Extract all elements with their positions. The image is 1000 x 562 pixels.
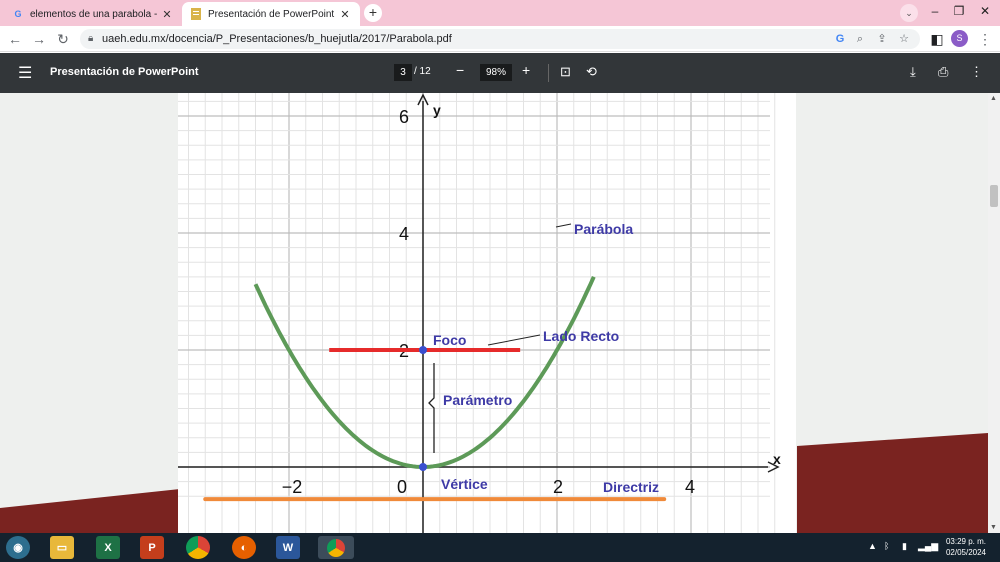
minimize-button[interactable]: – [924, 4, 946, 18]
wifi-icon[interactable]: ▂▄▆ [918, 541, 938, 552]
zoom-icon[interactable]: ⌕ [852, 29, 868, 49]
reload-button[interactable]: ↻ [54, 30, 72, 48]
close-icon[interactable]: ✕ [160, 8, 174, 21]
pdf-icon [190, 8, 202, 20]
restore-button[interactable]: ❐ [948, 4, 970, 18]
taskbar: ◉ ▭ X P ◐ W ▲ ᛒ ▮ ▂▄▆ 03:29 p. m. 02/05/… [0, 533, 1000, 562]
browser-toolbar: ← → ↻ 🔒︎ uaeh.edu.mx/docencia/P_Presenta… [0, 26, 1000, 52]
zoom-out-button[interactable]: − [456, 62, 464, 78]
close-icon[interactable]: ✕ [338, 8, 352, 21]
toolbar-divider [548, 64, 549, 82]
page-number-input[interactable]: 3 [394, 64, 412, 81]
excel-icon[interactable]: X [96, 536, 120, 559]
clock-date: 02/05/2024 [945, 548, 987, 557]
hamburger-menu-icon[interactable]: ☰ [18, 63, 32, 83]
new-tab-button[interactable]: + [364, 4, 382, 22]
x-tick-label: 2 [553, 477, 563, 497]
lock-icon[interactable]: 🔒︎ [88, 29, 93, 49]
page-total: / 12 [414, 66, 431, 77]
share-icon[interactable]: ⇪ [874, 29, 890, 49]
clock-time: 03:29 p. m. [945, 537, 987, 546]
pdf-viewer[interactable]: xy−2024642ParábolaLado RectoFocoParámetr… [0, 93, 988, 533]
tab-pdf[interactable]: Presentación de PowerPoint ✕ [182, 2, 360, 26]
lado-recto-label: Lado Recto [543, 328, 619, 344]
directriz-label: Directriz [603, 479, 659, 495]
more-options-icon[interactable]: ⋮ [970, 64, 983, 80]
google-lens-icon[interactable]: G [832, 29, 848, 49]
vertex-point [419, 463, 427, 471]
vertice-label: Vértice [441, 476, 488, 492]
rotate-icon[interactable]: ⟲ [586, 64, 597, 80]
forward-button[interactable]: → [30, 30, 48, 48]
x-tick-label: −2 [282, 477, 303, 497]
parametro-label: Parámetro [443, 392, 512, 408]
foco-label: Foco [433, 332, 466, 348]
focus-point [419, 346, 427, 354]
zoom-in-button[interactable]: + [522, 62, 530, 78]
bookmark-star-icon[interactable]: ☆ [896, 29, 912, 49]
x-tick-label: 4 [685, 477, 695, 497]
scroll-up-icon[interactable]: ▲ [990, 95, 997, 102]
parabola-chart: xy−2024642ParábolaLado RectoFocoParámetr… [178, 93, 796, 533]
x-tick-label: 0 [397, 477, 407, 497]
x-axis-label: x [773, 451, 781, 467]
chrome-profile-icon[interactable] [318, 536, 354, 559]
scroll-down-icon[interactable]: ▼ [990, 524, 997, 531]
sidepanel-icon[interactable]: ◧ [928, 30, 946, 48]
tab-google-search[interactable]: G elementos de una parabola - Bus ✕ [4, 2, 182, 26]
fit-page-icon[interactable]: ⊡ [560, 64, 571, 80]
url-text: uaeh.edu.mx/docencia/P_Presentaciones/b_… [102, 33, 452, 45]
document-title: Presentación de PowerPoint [50, 66, 199, 78]
powerpoint-icon[interactable]: P [140, 536, 164, 559]
y-tick-label: 4 [399, 224, 409, 244]
pdf-toolbar: ☰ Presentación de PowerPoint 3 / 12 − 98… [0, 53, 1000, 93]
zoom-level-input[interactable]: 98% [480, 64, 512, 81]
y-tick-label: 6 [399, 107, 409, 127]
download-icon[interactable]: ⤓ [910, 64, 916, 80]
word-icon[interactable]: W [276, 536, 300, 559]
print-icon[interactable]: ⎙ [938, 64, 948, 80]
chrome-icon[interactable] [186, 536, 210, 559]
clock[interactable]: 03:29 p. m. 02/05/2024 [938, 536, 994, 558]
firefox-icon[interactable]: ◐ [232, 536, 256, 559]
tab-strip: G elementos de una parabola - Bus ✕ Pres… [0, 0, 1000, 26]
scrollbar[interactable]: ▲ ▼ [988, 93, 1000, 533]
window-close-button[interactable]: ✕ [974, 4, 996, 18]
parabola-label: Parábola [574, 221, 633, 237]
tab-search-button[interactable]: ⌄ [900, 4, 918, 22]
more-menu-icon[interactable]: ⋮ [976, 30, 994, 48]
file-explorer-icon[interactable]: ▭ [50, 536, 74, 559]
battery-icon[interactable]: ▮ [902, 541, 907, 552]
address-bar[interactable]: 🔒︎ uaeh.edu.mx/docencia/P_Presentaciones… [80, 29, 920, 49]
tray-expand-icon[interactable]: ▲ [868, 541, 877, 551]
tab-title: elementos de una parabola - Bus [30, 8, 160, 20]
tab-title: Presentación de PowerPoint [208, 8, 335, 20]
y-axis-label: y [433, 102, 441, 118]
windows-start-icon[interactable]: ◉ [6, 536, 30, 559]
scrollbar-thumb[interactable] [990, 185, 998, 207]
google-icon: G [14, 9, 22, 19]
back-button[interactable]: ← [6, 30, 24, 48]
avatar[interactable]: S [951, 30, 968, 47]
bluetooth-icon[interactable]: ᛒ [884, 541, 889, 551]
